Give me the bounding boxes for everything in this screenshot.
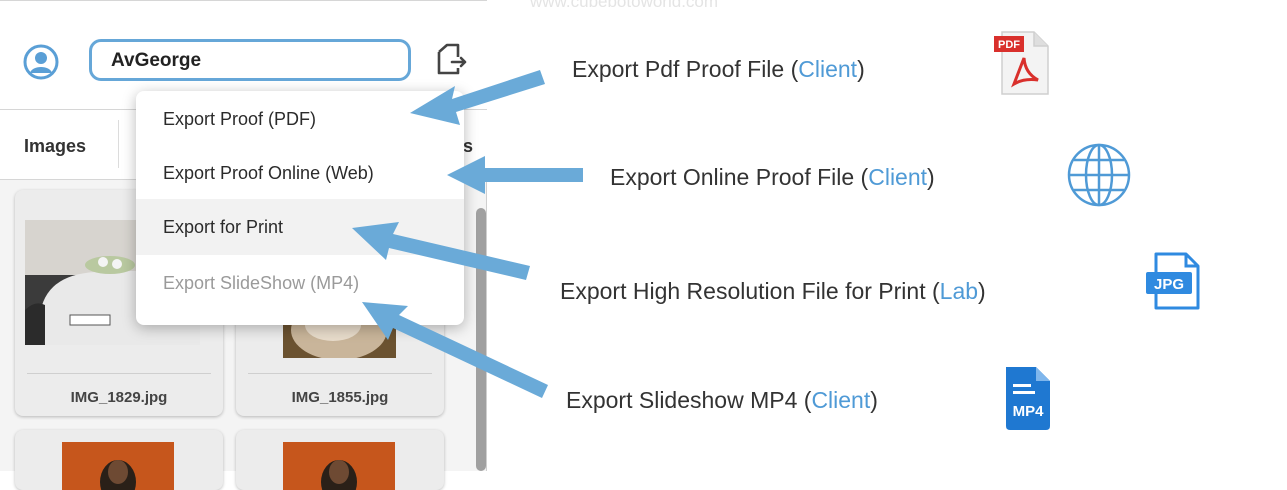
pdf-icon-label: PDF xyxy=(998,39,1020,51)
thumbnail-caption: IMG_1829.jpg xyxy=(70,389,168,406)
watermark: www.cubebotoworld.com xyxy=(530,0,719,11)
annotation-mp4: Export Slideshow MP4 (Client) xyxy=(566,387,878,414)
annotation-pdf-text: Export Pdf Proof File ( xyxy=(572,56,799,82)
globe-icon xyxy=(1067,143,1131,207)
annotation-web: Export Online Proof File (Client) xyxy=(610,164,935,191)
annotation-pdf-suffix: ) xyxy=(857,56,865,82)
user-name-field[interactable]: AvGeorge xyxy=(89,39,411,81)
user-avatar-icon[interactable] xyxy=(23,44,59,80)
annotation-mp4-text: Export Slideshow MP4 ( xyxy=(566,387,812,413)
mp4-file-icon: MP4 xyxy=(1006,367,1050,430)
annotation-web-target: Client xyxy=(868,164,928,190)
thumbnail-card[interactable] xyxy=(236,430,444,490)
menu-item-export-proof-online[interactable]: Export Proof Online (Web) xyxy=(136,145,464,201)
export-file-icon[interactable] xyxy=(434,42,468,76)
tab-images[interactable]: Images xyxy=(24,136,86,157)
thumbnail-caption: IMG_1855.jpg xyxy=(291,389,389,406)
annotation-print-text: Export High Resolution File for Print ( xyxy=(560,278,940,304)
jpg-icon-label: JPG xyxy=(1154,276,1184,293)
annotation-mp4-suffix: ) xyxy=(870,387,878,413)
annotation-print: Export High Resolution File for Print (L… xyxy=(560,278,986,305)
annotation-mp4-target: Client xyxy=(811,387,871,413)
mp4-icon-label: MP4 xyxy=(1013,403,1045,420)
scrollbar[interactable] xyxy=(476,208,486,471)
jpg-file-icon: JPG xyxy=(1146,252,1200,310)
menu-item-export-for-print[interactable]: Export for Print xyxy=(136,199,464,255)
pdf-file-icon: PDF xyxy=(994,31,1049,95)
export-menu: Export Proof (PDF) Export Proof Online (… xyxy=(136,91,464,325)
annotation-pdf: Export Pdf Proof File (Client) xyxy=(572,56,865,83)
tab-divider xyxy=(118,120,119,168)
annotation-print-target: Lab xyxy=(939,278,979,304)
annotation-web-text: Export Online Proof File ( xyxy=(610,164,869,190)
user-name-value: AvGeorge xyxy=(111,50,202,71)
annotation-print-suffix: ) xyxy=(978,278,986,304)
thumbnail-image xyxy=(283,442,395,490)
annotation-web-suffix: ) xyxy=(927,164,935,190)
annotation-pdf-target: Client xyxy=(798,56,858,82)
tab-partial-label[interactable]: s xyxy=(463,136,473,157)
menu-item-export-slideshow: Export SlideShow (MP4) xyxy=(163,273,360,293)
thumbnail-image xyxy=(62,442,174,490)
thumbnail-divider xyxy=(27,373,211,374)
thumbnail-card[interactable] xyxy=(15,430,223,490)
menu-item-export-proof-pdf[interactable]: Export Proof (PDF) xyxy=(136,91,464,147)
thumbnail-divider xyxy=(248,373,432,374)
